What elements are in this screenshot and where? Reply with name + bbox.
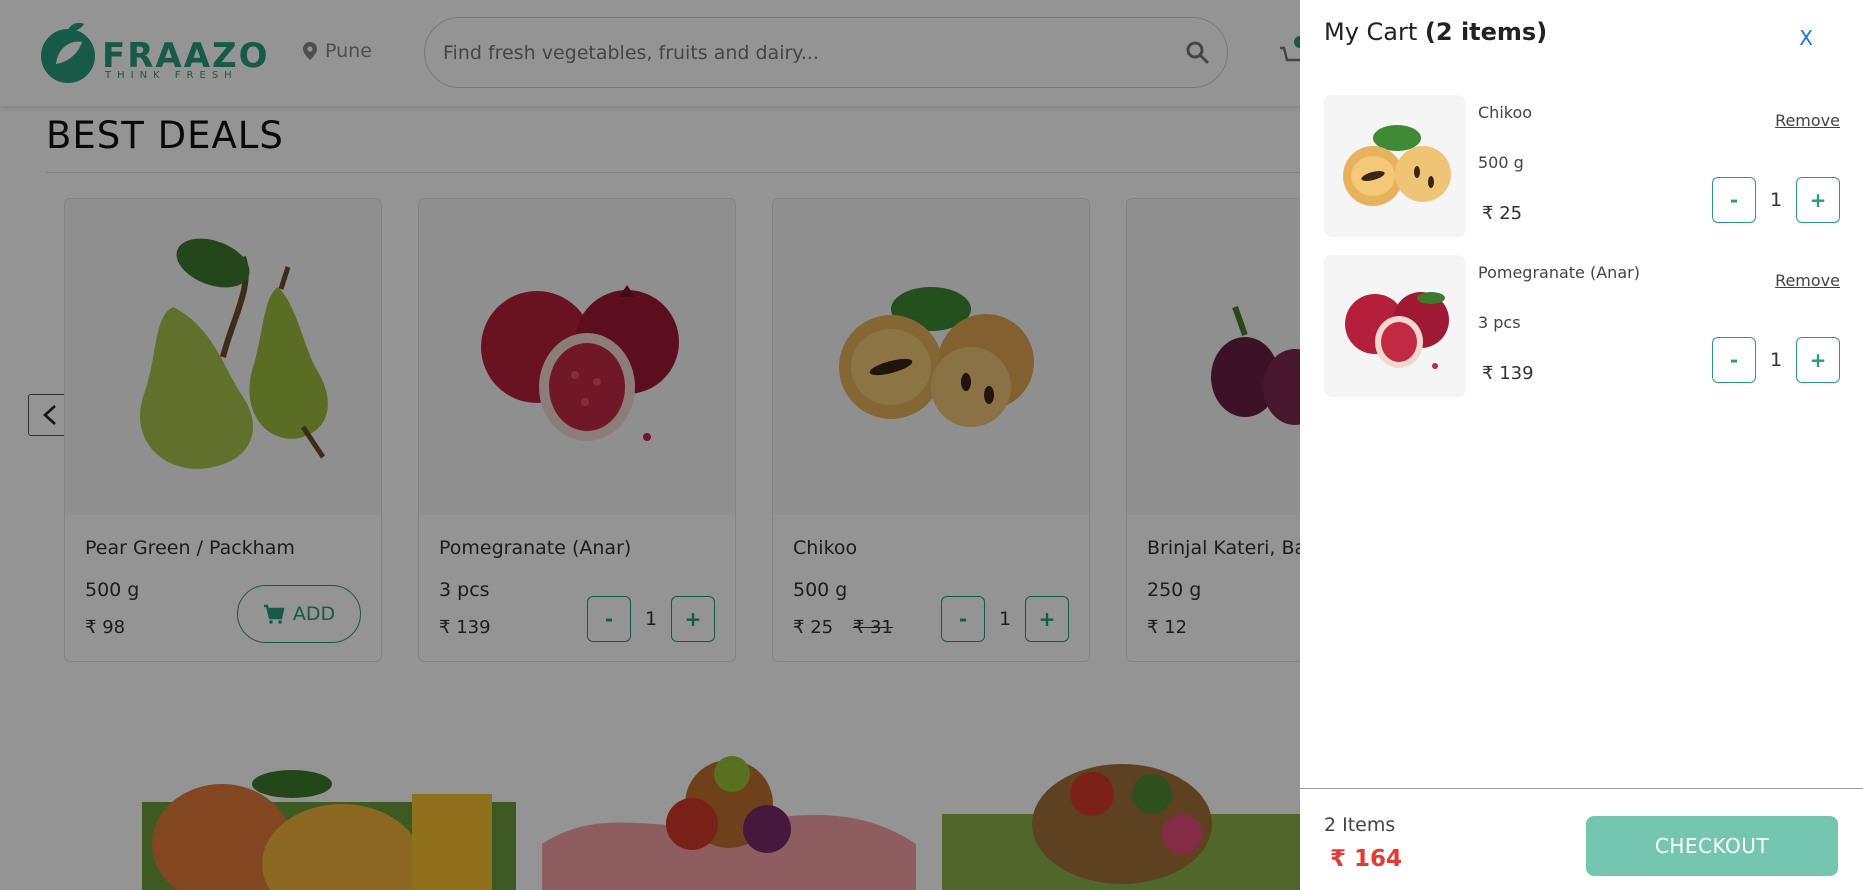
cart-title-text: My Cart bbox=[1324, 18, 1418, 46]
footer-divider bbox=[1300, 788, 1863, 789]
cart-item-name: Pomegranate (Anar) bbox=[1478, 263, 1640, 282]
pomegranate-thumbnail bbox=[1324, 255, 1466, 397]
cart-item: Pomegranate (Anar) 3 pcs ₹ 139 Remove - … bbox=[1324, 255, 1840, 397]
cart-item-name: Chikoo bbox=[1478, 103, 1533, 122]
cart-item-price: ₹ 25 bbox=[1482, 203, 1522, 224]
cart-item-qty: 500 g bbox=[1478, 153, 1524, 172]
decrement-button[interactable]: - bbox=[1712, 337, 1756, 383]
price-value: 25 bbox=[1499, 203, 1523, 224]
remove-item-link[interactable]: Remove bbox=[1775, 111, 1840, 130]
quantity-stepper: - 1 + bbox=[1712, 337, 1840, 383]
cart-item-count: (2 items) bbox=[1424, 18, 1548, 46]
quantity-value: 1 bbox=[1769, 189, 1783, 211]
cart-drawer: My Cart (2 items) X Chikoo 500 g ₹ 25 Re… bbox=[1300, 0, 1863, 890]
cart-items-count: 2 Items bbox=[1324, 814, 1396, 836]
total-value: 164 bbox=[1354, 846, 1403, 872]
cart-item-qty: 3 pcs bbox=[1478, 313, 1521, 332]
cart-title: My Cart (2 items) bbox=[1324, 18, 1547, 46]
quantity-value: 1 bbox=[1769, 349, 1783, 371]
increment-button[interactable]: + bbox=[1796, 337, 1840, 383]
chikoo-thumbnail bbox=[1324, 95, 1466, 237]
decrement-button[interactable]: - bbox=[1712, 177, 1756, 223]
modal-backdrop[interactable] bbox=[0, 0, 1300, 890]
quantity-stepper: - 1 + bbox=[1712, 177, 1840, 223]
rupee-symbol: ₹ bbox=[1482, 363, 1494, 384]
increment-button[interactable]: + bbox=[1796, 177, 1840, 223]
cart-item-price: ₹ 139 bbox=[1482, 363, 1534, 384]
checkout-button[interactable]: CHECKOUT bbox=[1586, 816, 1838, 876]
cart-total: ₹ 164 bbox=[1330, 846, 1402, 872]
rupee-symbol: ₹ bbox=[1482, 203, 1494, 224]
remove-item-link[interactable]: Remove bbox=[1775, 271, 1840, 290]
rupee-symbol: ₹ bbox=[1330, 846, 1347, 872]
price-value: 139 bbox=[1499, 363, 1534, 384]
cart-item: Chikoo 500 g ₹ 25 Remove - 1 + bbox=[1324, 95, 1840, 237]
close-cart-button[interactable]: X bbox=[1799, 26, 1813, 50]
